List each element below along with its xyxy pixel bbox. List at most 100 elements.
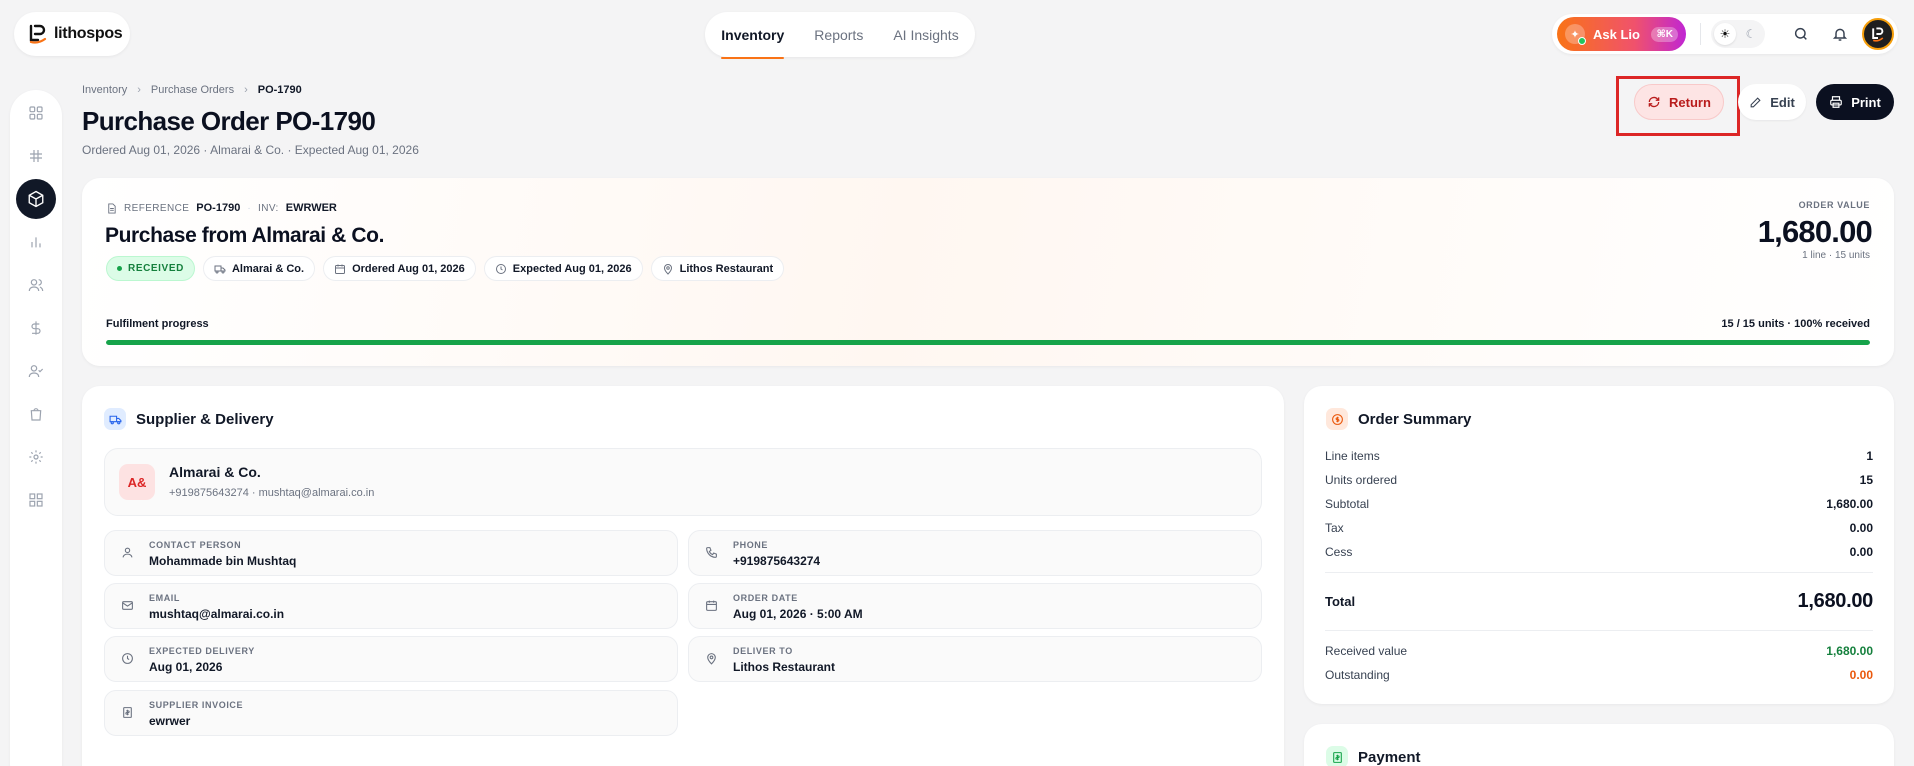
- gear-icon: [29, 450, 43, 464]
- summary-card-title: Order Summary: [1358, 410, 1472, 428]
- truck-icon: [214, 265, 226, 273]
- sidebar-item-purchases[interactable]: [16, 394, 56, 434]
- payment-card-title: Payment: [1358, 748, 1421, 766]
- print-label: Print: [1851, 94, 1881, 110]
- status-badge: RECEIVED: [106, 256, 195, 281]
- tab-inventory[interactable]: Inventory: [721, 12, 785, 59]
- field-value: Mohammade bin Mushtaq: [149, 554, 297, 568]
- sidebar-item-dashboard[interactable]: [16, 93, 56, 133]
- field-label: CONTACT PERSON: [149, 540, 242, 550]
- order-chips: RECEIVED Almarai & Co. Ordered Aug 01, 2…: [106, 256, 785, 281]
- summary-row-received: Received value 1,680.00: [1325, 644, 1873, 658]
- supplier-name[interactable]: Almarai & Co.: [169, 464, 261, 480]
- edit-label: Edit: [1770, 94, 1795, 110]
- breadcrumb-purchase-orders[interactable]: Purchase Orders: [151, 84, 234, 96]
- field-value: Aug 01, 2026: [149, 660, 223, 674]
- order-value-label: ORDER VALUE: [1798, 200, 1870, 210]
- separator-dot: ·: [247, 202, 252, 214]
- lithospos-logo-icon: [29, 24, 47, 44]
- sidebar-item-settings[interactable]: [16, 437, 56, 477]
- theme-toggle[interactable]: ☀ ☾: [1710, 20, 1765, 48]
- invoice-value: EWRWER: [285, 202, 337, 214]
- summary-divider: [1325, 572, 1873, 573]
- users-icon: [28, 279, 44, 292]
- tab-reports[interactable]: Reports: [814, 12, 863, 57]
- progress-text: 15 / 15 units · 100% received: [1721, 318, 1870, 330]
- document-icon: [108, 202, 116, 214]
- payment-card-header: Payment: [1326, 746, 1421, 766]
- sidebar-item-staff[interactable]: [16, 351, 56, 391]
- ask-lio-label: Ask Lio: [1593, 26, 1640, 42]
- ask-lio-button[interactable]: ✦ Ask Lio ⌘K: [1557, 17, 1686, 51]
- sidebar-item-finance[interactable]: [16, 308, 56, 348]
- field-value[interactable]: +919875643274: [733, 554, 820, 568]
- coin-icon: [1326, 408, 1348, 430]
- field-value[interactable]: mushtaq@almarai.co.in: [149, 607, 284, 621]
- sidebar-item-reports[interactable]: [16, 222, 56, 262]
- received-value: 1,680.00: [1826, 644, 1873, 658]
- user-avatar[interactable]: [1862, 18, 1894, 50]
- breadcrumb-inventory[interactable]: Inventory: [82, 84, 127, 96]
- summary-value: 1,680.00: [1826, 497, 1873, 511]
- summary-row-cess: Cess 0.00: [1325, 545, 1873, 559]
- tab-ai-insights[interactable]: AI Insights: [893, 12, 958, 57]
- summary-row-line-items: Line items 1: [1325, 449, 1873, 463]
- total-value: 1,680.00: [1797, 590, 1874, 612]
- reference-value: PO-1790: [196, 202, 241, 214]
- chip-expected-label: Expected Aug 01, 2026: [512, 262, 632, 275]
- field-contact-person: CONTACT PERSON Mohammade bin Mushtaq: [104, 530, 678, 576]
- clock-icon: [495, 263, 506, 274]
- field-supplier-invoice: SUPPLIER INVOICE ewrwer: [104, 690, 678, 736]
- order-summary-card: Order Summary Line items 1 Units ordered…: [1304, 386, 1894, 704]
- shopping-bag-icon: [30, 408, 42, 421]
- calendar-icon: [335, 264, 346, 274]
- print-button[interactable]: Print: [1816, 84, 1894, 120]
- summary-row-units: Units ordered 15: [1325, 473, 1873, 487]
- breadcrumb-current: PO-1790: [257, 84, 302, 96]
- field-value: Lithos Restaurant: [733, 660, 836, 674]
- outstanding-value: 0.00: [1849, 668, 1873, 682]
- hero-title: Purchase from Almarai & Co.: [105, 224, 385, 247]
- brand-name: lithospos: [54, 25, 123, 42]
- top-navigation: Inventory Reports AI Insights: [705, 12, 975, 59]
- sun-icon[interactable]: ☀: [1713, 23, 1736, 45]
- summary-value: 1: [1866, 449, 1873, 463]
- sidebar-item-inventory[interactable]: [16, 179, 56, 219]
- summary-value: 15: [1859, 473, 1873, 487]
- chip-expected: Expected Aug 01, 2026: [483, 256, 643, 281]
- brand-logo[interactable]: lithospos: [14, 12, 130, 56]
- return-button[interactable]: Return: [1634, 84, 1724, 120]
- supplier-card-title: Supplier & Delivery: [136, 410, 274, 428]
- field-value: ewrwer: [149, 714, 191, 728]
- bell-icon: [1833, 28, 1848, 41]
- field-phone: PHONE +919875643274: [688, 530, 1262, 576]
- summary-divider: [1325, 630, 1873, 631]
- sidebar-item-apps[interactable]: [16, 480, 56, 520]
- sidebar-item-customers[interactable]: [16, 265, 56, 305]
- mail-icon: [122, 601, 133, 610]
- status-dot-icon: [117, 266, 122, 271]
- user-check-icon: [28, 365, 44, 378]
- return-icon: [1648, 96, 1660, 108]
- summary-label: Units ordered: [1325, 473, 1398, 487]
- moon-icon[interactable]: ☾: [1740, 23, 1762, 45]
- progress-fill: [106, 340, 1870, 345]
- supplier-card-header: Supplier & Delivery: [104, 408, 274, 430]
- hash-icon: [30, 150, 42, 162]
- edit-button[interactable]: Edit: [1738, 84, 1806, 120]
- summary-row-outstanding: Outstanding 0.00: [1325, 668, 1873, 682]
- order-value: 1,680.00: [1757, 214, 1873, 249]
- status-label: RECEIVED: [128, 263, 184, 274]
- field-label: PHONE: [733, 540, 769, 550]
- search-button[interactable]: [1781, 26, 1821, 42]
- summary-label: Cess: [1325, 545, 1353, 559]
- page-title: Purchase Order PO-1790: [82, 106, 376, 136]
- notifications-button[interactable]: [1821, 26, 1861, 42]
- page-subtitle: Ordered Aug 01, 2026 · Almarai & Co. · E…: [82, 143, 419, 157]
- sidebar-item-orders[interactable]: [16, 136, 56, 176]
- printer-icon: [1830, 96, 1843, 108]
- chip-ordered-label: Ordered Aug 01, 2026: [352, 262, 465, 275]
- progress-label: Fulfilment progress: [106, 318, 209, 330]
- order-value-sub: 1 line · 15 units: [1802, 250, 1870, 261]
- toolbar-divider: [1699, 23, 1701, 45]
